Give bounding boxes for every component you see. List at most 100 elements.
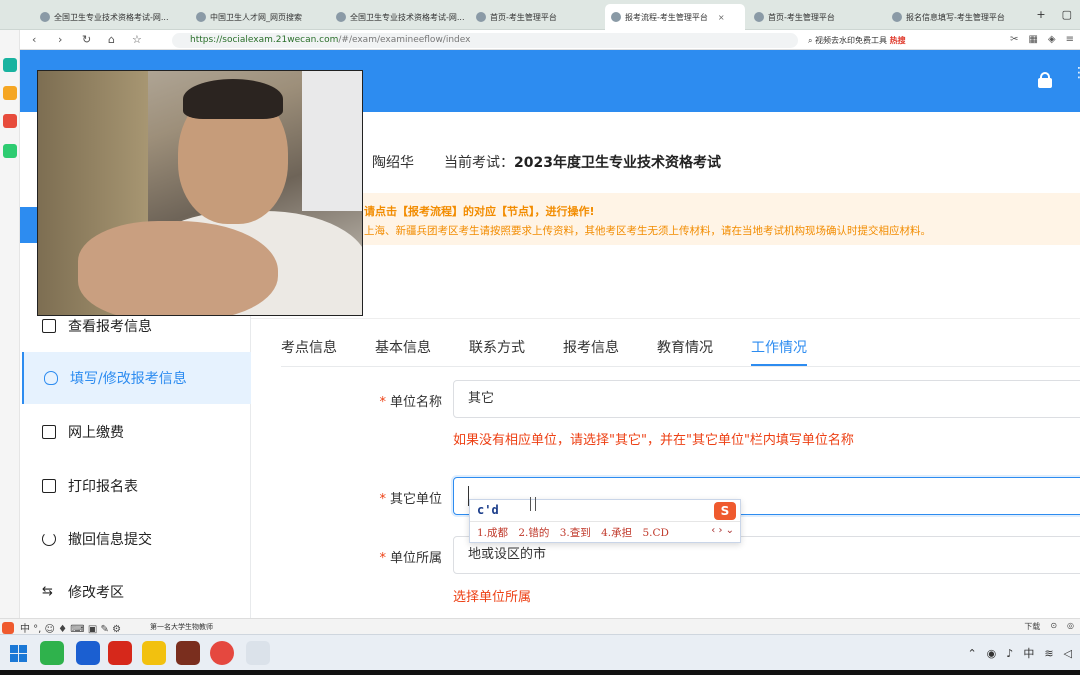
- sidebar-item-print-form[interactable]: 打印报名表: [22, 460, 251, 512]
- browser-search-box[interactable]: ⌕ 视频去水印免费工具 热搜: [808, 33, 944, 48]
- browser-extensions: ✂ ▦ ◈ ≡: [1010, 34, 1074, 45]
- sidebar-item-withdraw[interactable]: 撤回信息提交: [22, 513, 251, 565]
- ime-candidate[interactable]: 3.查到: [560, 527, 591, 539]
- favicon-icon: [196, 12, 206, 22]
- favicon-icon: [40, 12, 50, 22]
- other-unit-label: * 其它单位: [379, 492, 442, 507]
- notice-line: 上海、新疆兵团考区考生请按照要求上传资料，其他考区考生无须上传材料，请在当地考试…: [364, 225, 931, 237]
- print-form-icon: [42, 479, 56, 493]
- document-icon: [42, 425, 56, 439]
- sogou-icon: [2, 621, 14, 634]
- ime-lang-indicator[interactable]: 中: [1023, 645, 1034, 661]
- browser-tab[interactable]: 首页-考生管理平台: [748, 6, 878, 28]
- tab-work[interactable]: 工作情况: [751, 336, 807, 366]
- winrar-icon[interactable]: [176, 641, 200, 665]
- browser-tab[interactable]: 全国卫生专业技术资格考试-网...: [34, 6, 186, 28]
- undo-icon: [42, 532, 56, 546]
- download-label[interactable]: 下载: [1024, 621, 1040, 632]
- bottom-edge: [0, 670, 1080, 675]
- lock-icon[interactable]: [1038, 72, 1052, 88]
- windows-start-icon[interactable]: [10, 645, 27, 662]
- volume-icon[interactable]: ◁: [1064, 647, 1072, 660]
- system-tray: ⌃ ◉ ♪ 中 ≋ ◁: [967, 645, 1072, 661]
- windows-taskbar: ⌃ ◉ ♪ 中 ≋ ◁: [0, 634, 1080, 670]
- extension-rail: [0, 30, 20, 620]
- grid-icon[interactable]: ▦: [1028, 34, 1037, 45]
- form-tabs: 考点信息 基本信息 联系方式 报考信息 教育情况 工作情况: [281, 336, 845, 366]
- document-icon: [42, 319, 56, 333]
- notes-icon[interactable]: [3, 144, 17, 158]
- ime-toolbar[interactable]: 中 °, ☺ ♦ ⌨ ▣ ✎ ⚙: [2, 620, 121, 635]
- ime-page-arrows[interactable]: ‹ › ⌄: [711, 525, 734, 536]
- chevron-up-icon[interactable]: ⌃: [967, 647, 976, 660]
- screen-recorder-icon[interactable]: [210, 641, 234, 665]
- status-icon[interactable]: ◎: [1067, 621, 1074, 632]
- swap-icon: ⇆: [42, 584, 53, 599]
- camera-icon[interactable]: ◉: [987, 647, 997, 660]
- shield-check-icon: [44, 371, 58, 385]
- browser-tab[interactable]: 报名信息填写-考生管理平台: [886, 6, 1021, 28]
- window-controls: + ▢: [1036, 8, 1072, 21]
- ime-candidate[interactable]: 2.错的: [518, 527, 549, 539]
- close-tab-icon[interactable]: ×: [718, 13, 725, 22]
- notes-app-icon[interactable]: [142, 641, 166, 665]
- browser-tab[interactable]: 首页-考生管理平台: [470, 6, 600, 28]
- forward-icon[interactable]: ›: [58, 33, 62, 46]
- app-k-icon[interactable]: [76, 641, 100, 665]
- notice-banner: 请点击【报考流程】的对应【节点】，进行操作! 上海、新疆兵团考区考生请按照要求上…: [251, 193, 1080, 245]
- status-right: 下载 ⊙ ◎: [1024, 621, 1074, 632]
- sidebar-item-edit-info[interactable]: 填写/修改报考信息: [22, 352, 251, 404]
- ime-candidate-popup: c'd S 1.成都 2.错的 3.查到 4.承担 5.CD ‹ › ⌄: [469, 499, 741, 543]
- favicon-icon: [892, 12, 902, 22]
- url-field[interactable]: https://socialexam.21wecan.com/#/exam/ex…: [172, 33, 798, 48]
- news-ticker[interactable]: 第一名大学生物教师: [150, 622, 213, 632]
- new-tab-button[interactable]: +: [1036, 8, 1045, 21]
- home-icon[interactable]: ⌂: [108, 33, 115, 46]
- tab-underline: [281, 366, 1080, 367]
- star-icon[interactable]: ☆: [132, 33, 142, 46]
- more-icon[interactable]: ⋮: [1072, 66, 1080, 80]
- user-app-icon[interactable]: [246, 641, 270, 665]
- ime-candidate[interactable]: 4.承担: [601, 527, 632, 539]
- search-icon: ⌕: [808, 36, 816, 45]
- mic-icon[interactable]: ♪: [1006, 647, 1013, 660]
- ime-candidate[interactable]: 5.CD: [643, 527, 669, 539]
- tab-application[interactable]: 报考信息: [563, 336, 619, 366]
- sidebar-item-change-region[interactable]: ⇆ 修改考区: [22, 566, 251, 618]
- shield-icon[interactable]: ◈: [1048, 34, 1056, 45]
- scissors-icon[interactable]: ✂: [1010, 34, 1018, 45]
- weibo-icon[interactable]: [3, 114, 17, 128]
- browser-tab[interactable]: 中国卫生人才网_网页搜索: [190, 6, 330, 28]
- favicon-icon: [611, 12, 621, 22]
- sogou-logo-icon: S: [714, 502, 736, 520]
- tab-list-icon[interactable]: ▢: [1062, 8, 1072, 21]
- wifi-icon[interactable]: ≋: [1044, 647, 1053, 660]
- unit-location-label: * 单位所属: [379, 551, 442, 566]
- wps-icon[interactable]: [108, 641, 132, 665]
- favicon-icon: [754, 12, 764, 22]
- unit-name-hint: 如果没有相应单位，请选择"其它"，并在"其它单位"栏内填写单位名称: [453, 433, 854, 448]
- plugin-icon[interactable]: [3, 58, 17, 72]
- status-icon[interactable]: ⊙: [1050, 621, 1057, 632]
- menu-icon[interactable]: ≡: [1066, 34, 1074, 45]
- tab-contact[interactable]: 联系方式: [469, 336, 525, 366]
- favorites-icon[interactable]: [3, 86, 17, 100]
- favicon-icon: [476, 12, 486, 22]
- reload-icon[interactable]: ↻: [82, 33, 91, 46]
- browser-tab-active[interactable]: 报考流程-考生管理平台 ×: [605, 4, 745, 30]
- back-icon[interactable]: ‹: [32, 33, 36, 46]
- ime-candidates: 1.成都 2.错的 3.查到 4.承担 5.CD: [477, 525, 676, 540]
- ime-candidate[interactable]: 1.成都: [477, 527, 508, 539]
- browser-app-icon[interactable]: [40, 641, 64, 665]
- sidebar-item-payment[interactable]: 网上缴费: [22, 406, 251, 458]
- tab-basic-info[interactable]: 基本信息: [375, 336, 431, 366]
- tab-exam-site[interactable]: 考点信息: [281, 336, 337, 366]
- current-exam: 当前考试：2023年度卫生专业技术资格考试: [444, 155, 721, 171]
- unit-location-hint: 选择单位所属: [453, 590, 532, 605]
- ime-composition: c'd: [477, 503, 499, 517]
- tab-education[interactable]: 教育情况: [657, 336, 713, 366]
- browser-tab[interactable]: 全国卫生专业技术资格考试-网...: [330, 6, 470, 28]
- browser-tab-bar: 全国卫生专业技术资格考试-网... 中国卫生人才网_网页搜索 全国卫生专业技术资…: [0, 0, 1080, 30]
- address-bar: ‹ › ↻ ⌂ ☆ https://socialexam.21wecan.com…: [0, 30, 1080, 50]
- unit-name-select[interactable]: 其它: [453, 380, 1080, 418]
